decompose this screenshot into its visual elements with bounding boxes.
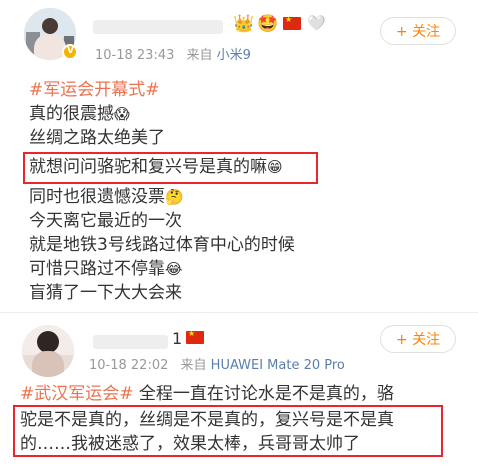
china-flag-icon — [186, 329, 204, 344]
post-2: 1 10-18 22:02 来自 HUAWEI Mate 20 Pro + 关注… — [0, 313, 478, 465]
username-redacted[interactable] — [93, 335, 168, 349]
post-time: 10-18 22:02 — [89, 358, 169, 373]
post-text-line: 盲猜了一下大大会来 — [29, 283, 182, 303]
post-text-line: #武汉军运会# 全程一直在讨论水是不是真的，骆 — [20, 384, 394, 404]
laugh-emoji-icon: 😂 — [165, 260, 183, 278]
post-time: 10-18 23:43 — [95, 48, 175, 63]
source-prefix: 来自 — [186, 48, 213, 63]
post-text-line: 今天离它最近的一次 — [29, 211, 182, 231]
post-text-line: 真的很震撼😱 — [29, 104, 130, 124]
post-meta: 10-18 22:02 来自 HUAWEI Mate 20 Pro — [89, 354, 345, 373]
highlight-box — [13, 405, 443, 457]
username-redacted[interactable] — [93, 20, 223, 34]
follow-button[interactable]: + 关注 — [380, 325, 456, 353]
post-text-line: 就是地铁3号线路过体育中心的时候 — [29, 235, 295, 255]
scream-emoji-icon: 😱 — [114, 105, 130, 123]
post-text-line: 可惜只路过不停靠😂 — [29, 259, 183, 279]
hashtag-link[interactable]: #军运会开幕式# — [29, 78, 160, 102]
source-prefix: 来自 — [180, 358, 207, 373]
thinking-emoji-icon: 🤔 — [165, 188, 184, 206]
heart-emoji-icon: 🤍 — [307, 14, 326, 32]
post-1: 👑 🤩 🤍 10-18 23:43 来自 小米9 + 关注 #军运会开幕式# 真… — [0, 0, 478, 310]
post-text-line: 同时也很遗憾没票🤔 — [29, 187, 184, 207]
smile-emoji-icon: 🤩 — [257, 14, 279, 34]
crown-emoji-icon: 👑 — [233, 14, 255, 34]
username-suffix: 1 — [172, 329, 183, 348]
post-meta: 10-18 23:43 来自 小米9 — [95, 44, 251, 63]
verified-badge-icon — [62, 44, 78, 60]
follow-button[interactable]: + 关注 — [380, 17, 456, 45]
device-link[interactable]: 小米9 — [217, 48, 251, 63]
china-flag-icon — [283, 15, 301, 30]
avatar[interactable] — [22, 325, 74, 377]
post-text-line: 丝绸之路太绝美了 — [29, 128, 165, 148]
device-link[interactable]: HUAWEI Mate 20 Pro — [211, 358, 345, 373]
hashtag-link[interactable]: #武汉军运会# — [20, 384, 134, 404]
highlight-box — [23, 152, 318, 184]
